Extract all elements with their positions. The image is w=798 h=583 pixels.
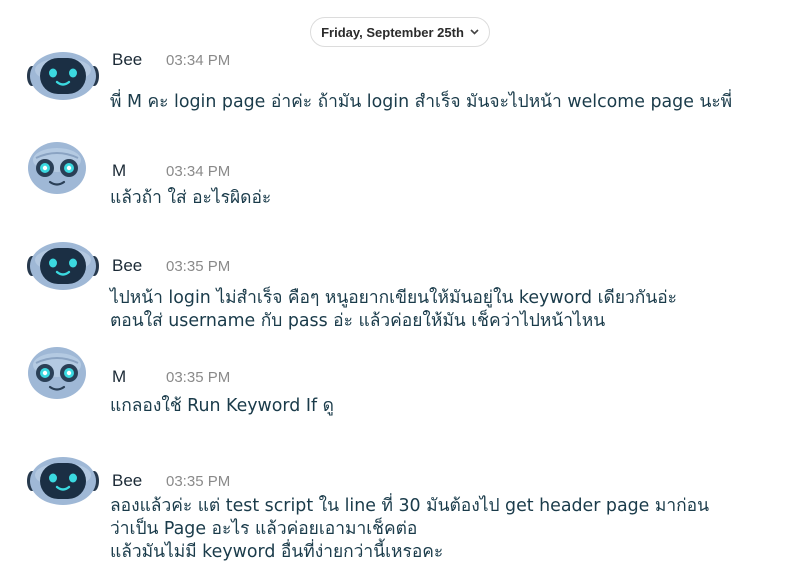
m-robot-avatar[interactable] [26,140,88,200]
message-timestamp[interactable]: 03:34 PM [166,163,230,180]
message-timestamp[interactable]: 03:35 PM [166,473,230,490]
chevron-down-icon [470,27,479,38]
message-body: พี่ M คะ login page อ่าค่ะ ถ้ามัน login … [110,91,732,114]
message-line: แล้วถ้า ใส่ อะไรผิดอ่ะ [110,188,272,208]
message-line: แล้วมันไม่มี keyword อื่นที่ง่ายกว่านี้เ… [110,542,444,562]
message-line: ไปหน้า login ไม่สำเร็จ คือๆ หนูอยากเขียน… [110,288,678,308]
message-body: ลองแล้วค่ะ แต่ test script ใน line ที่ 3… [110,495,709,564]
date-divider-button[interactable]: Friday, September 25th [310,17,490,47]
sender-name[interactable]: Bee [112,50,166,70]
message-line: ลองแล้วค่ะ แต่ test script ใน line ที่ 3… [110,496,709,516]
message-body: ไปหน้า login ไม่สำเร็จ คือๆ หนูอยากเขียน… [110,287,677,333]
bee-robot-avatar[interactable] [26,50,100,106]
sender-name[interactable]: M [112,161,166,181]
message-timestamp[interactable]: 03:34 PM [166,52,230,69]
sender-name[interactable]: Bee [112,256,166,276]
bee-robot-avatar[interactable] [26,240,100,296]
m-robot-avatar[interactable] [26,345,88,405]
sender-name[interactable]: Bee [112,471,166,491]
bee-robot-avatar[interactable] [26,455,100,511]
message-line: พี่ M คะ login page อ่าค่ะ ถ้ามัน login … [110,92,733,112]
message-timestamp[interactable]: 03:35 PM [166,258,230,275]
message-line: ว่าเป็น Page อะไร แล้วค่อยเอามาเช็คต่อ [110,519,418,539]
message-line: แกลองใช้ Run Keyword If ดู [110,396,334,416]
chat-window: Friday, September 25th Bee 03:34 PM พี่ … [0,0,798,583]
date-divider-label: Friday, September 25th [321,24,464,40]
message-body: แล้วถ้า ใส่ อะไรผิดอ่ะ [110,187,271,210]
message-body: แกลองใช้ Run Keyword If ดู [110,395,334,418]
sender-name[interactable]: M [112,367,166,387]
message-line: ตอนใส่ username กับ pass อ่ะ แล้วค่อยให้… [110,311,606,331]
message-timestamp[interactable]: 03:35 PM [166,369,230,386]
